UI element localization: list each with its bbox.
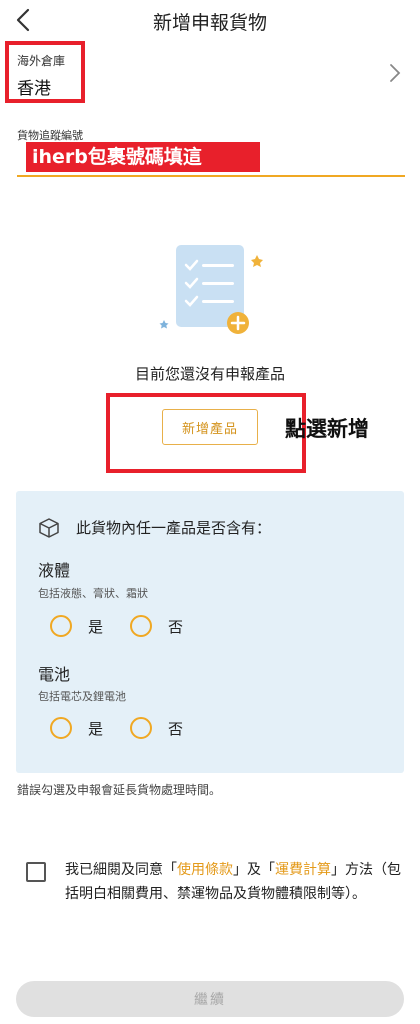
terms-text: 我已細閱及同意「使用條款」及「運費計算」方法（包括明白相關費用、禁運物品及貨物體… bbox=[65, 858, 405, 906]
app-header: 新增申報貨物 bbox=[0, 0, 420, 44]
battery-section-desc: 包括電芯及鋰電池 bbox=[38, 690, 126, 703]
shipping-calc-link[interactable]: 運費計算 bbox=[275, 862, 331, 878]
contents-question: 此貨物內任一產品是否含有： bbox=[76, 519, 272, 537]
annotation-click-add: 點選新增 bbox=[285, 417, 369, 441]
liquid-yes-label: 是 bbox=[88, 618, 104, 636]
terms-prefix: 我已細閱及同意「 bbox=[65, 862, 177, 878]
continue-button[interactable]: 繼續 bbox=[16, 981, 404, 1017]
annotation-highlight-add bbox=[106, 393, 306, 473]
battery-yes-radio[interactable] bbox=[50, 717, 72, 739]
chevron-right-icon bbox=[390, 64, 401, 82]
liquid-section-desc: 包括液態、膏狀、霜狀 bbox=[38, 587, 148, 600]
annotation-highlight-warehouse bbox=[5, 41, 85, 103]
empty-document-illustration bbox=[159, 245, 263, 334]
liquid-section-title: 液體 bbox=[38, 561, 71, 580]
empty-state-message: 目前您還沒有申報產品 bbox=[134, 365, 285, 383]
warning-text: 錯誤勾選及申報會延長貨物處理時間。 bbox=[17, 783, 222, 797]
liquid-no-radio[interactable] bbox=[130, 615, 152, 637]
battery-yes-label: 是 bbox=[88, 720, 104, 738]
battery-section-title: 電池 bbox=[38, 665, 71, 684]
terms-of-use-link[interactable]: 使用條款 bbox=[177, 862, 233, 878]
annotation-tracking-hint: iherb包裹號碼填這 bbox=[26, 142, 260, 172]
page-title: 新增申報貨物 bbox=[152, 12, 267, 34]
terms-checkbox[interactable] bbox=[26, 862, 46, 882]
battery-no-label: 否 bbox=[168, 720, 184, 738]
package-icon bbox=[39, 518, 59, 538]
liquid-no-label: 否 bbox=[168, 618, 184, 636]
battery-no-radio[interactable] bbox=[130, 717, 152, 739]
tracking-number-label: 貨物追蹤編號 bbox=[17, 129, 83, 142]
contents-check-panel: 此貨物內任一產品是否含有： 液體 包括液態、膏狀、霜狀 是 否 電池 包括電芯及… bbox=[16, 491, 404, 773]
liquid-yes-radio[interactable] bbox=[50, 615, 72, 637]
terms-middle: 」及「 bbox=[233, 862, 275, 878]
